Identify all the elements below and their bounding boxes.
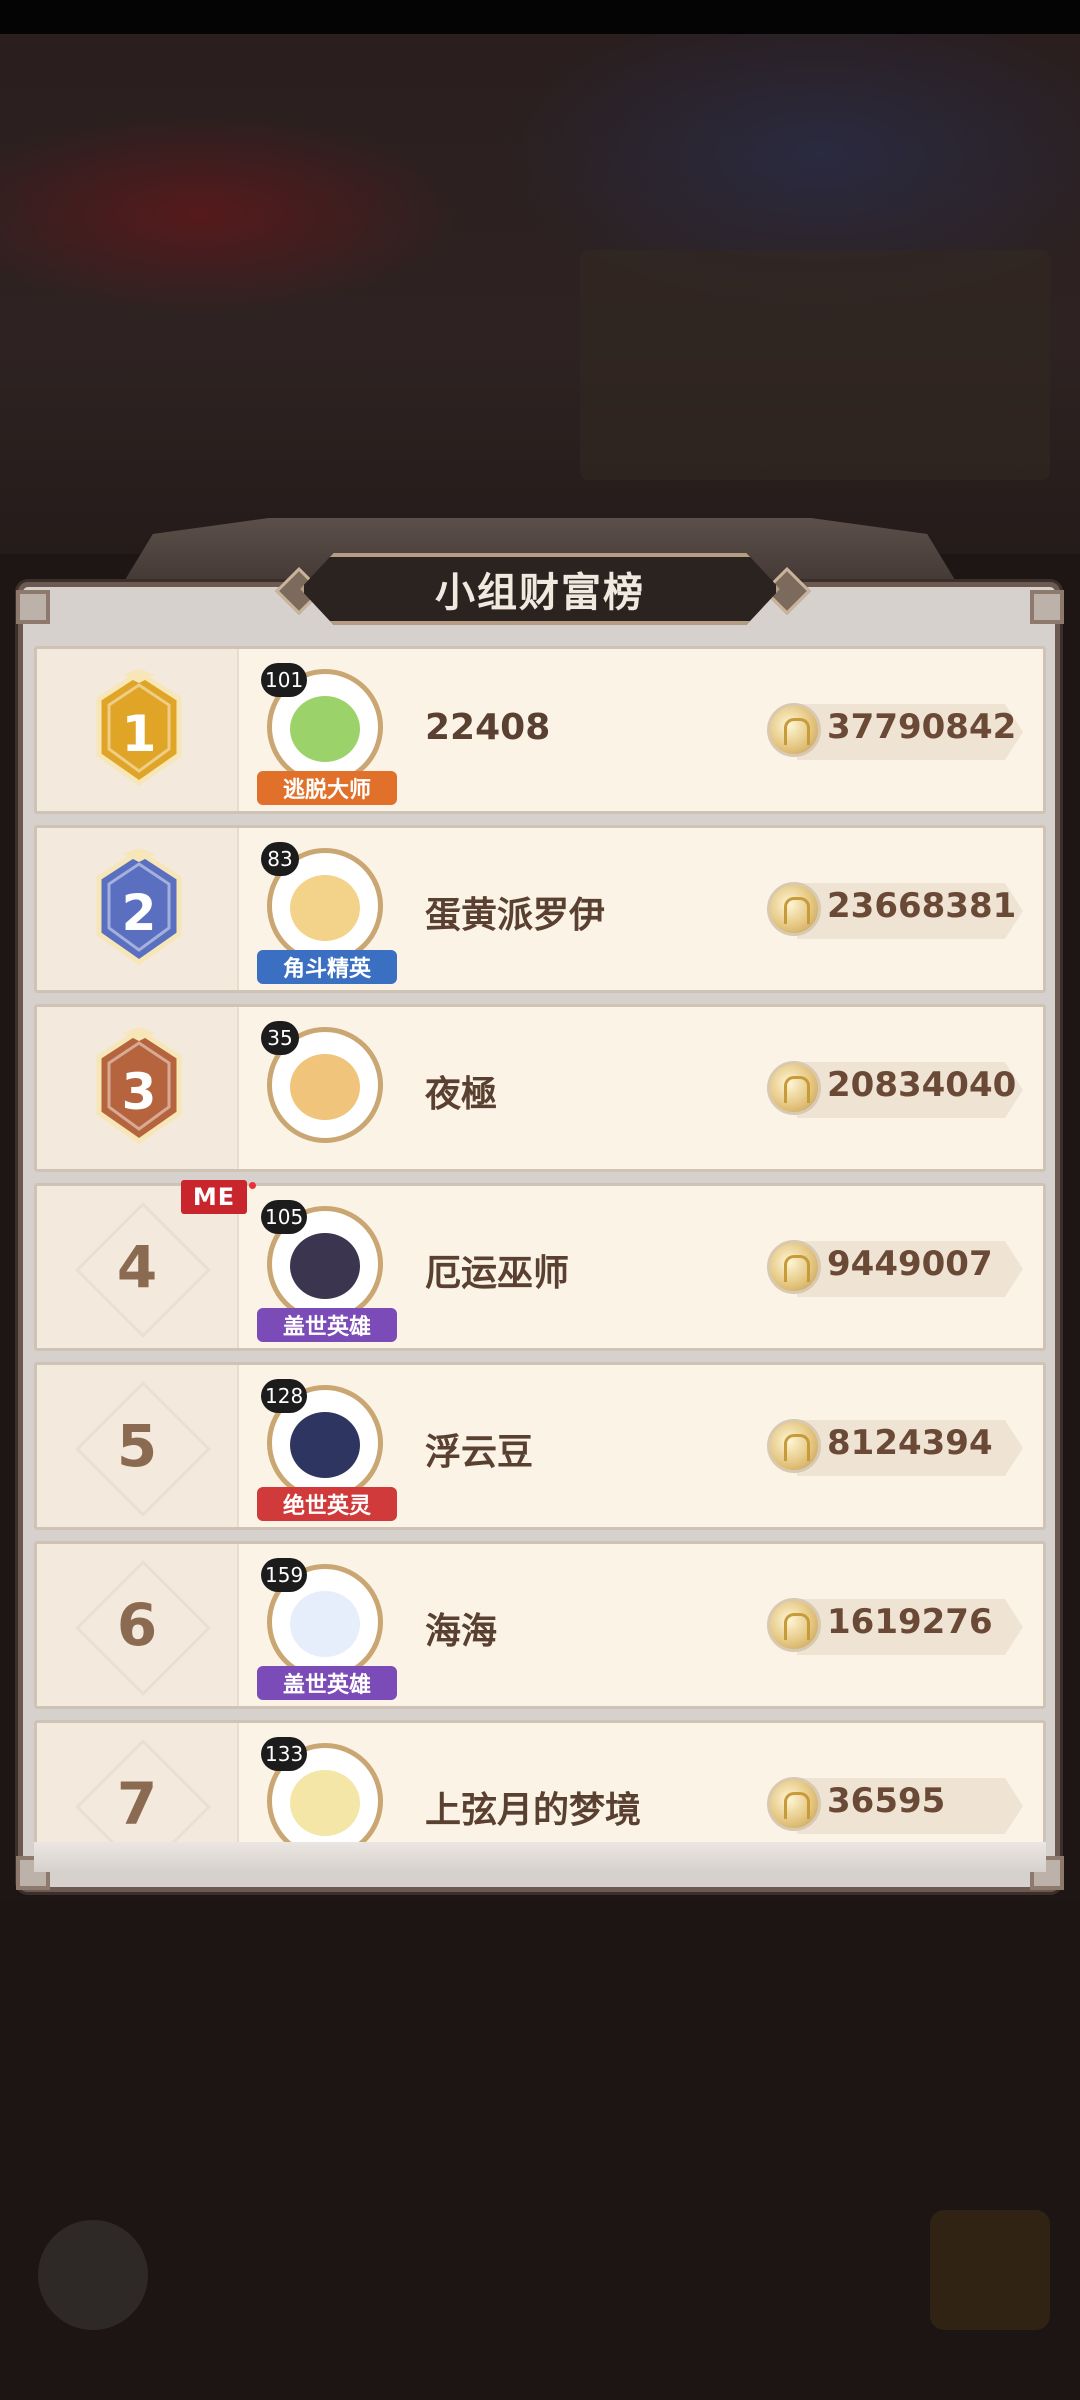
wealth-value: 36595 [827, 1781, 946, 1821]
title-ribbon: 逃脱大师 [257, 771, 397, 805]
player-name: 浮云豆 [425, 1432, 534, 1473]
wealth-value: 1619276 [827, 1602, 993, 1642]
title-ribbon: 盖世英雄 [257, 1666, 397, 1700]
leaderboard-row[interactable]: 4 105 盖世英雄 厄运巫师 9449007 ME [34, 1180, 1046, 1351]
coin-icon [767, 1598, 821, 1652]
rank-cell: 1 [37, 649, 239, 811]
player-name: 蛋黄派罗伊 [425, 895, 606, 936]
rank-cell: 3 [37, 1007, 239, 1169]
coin-icon [767, 1777, 821, 1831]
rank-number: 2 [121, 884, 157, 942]
rank-number: 7 [116, 1770, 158, 1838]
rank-cell: 7 [37, 1723, 239, 1842]
player-avatar[interactable]: 101 逃脱大师 [257, 663, 397, 805]
coin-icon [767, 1419, 821, 1473]
title-ribbon: 角斗精英 [257, 950, 397, 984]
leaderboard-row[interactable]: 3 35 夜極 20834040 [34, 1004, 1046, 1172]
background-button [38, 2220, 148, 2330]
leaderboard-row[interactable]: 7 133 上弦月的梦境 36595 [34, 1720, 1046, 1842]
player-name: 厄运巫师 [425, 1253, 570, 1294]
rank-number: 5 [116, 1412, 158, 1480]
rank-number: 1 [121, 705, 157, 763]
level-badge: 159 [261, 1558, 308, 1592]
leaderboard-row[interactable]: 2 83 角斗精英 蛋黄派罗伊 23668381 [34, 825, 1046, 993]
corner-ornament [16, 590, 50, 624]
player-name: 上弦月的梦境 [425, 1790, 642, 1831]
leaderboard-list[interactable]: 1 101 逃脱大师 22408 37790842 2 83 角斗精英 蛋黄派罗… [34, 646, 1046, 1842]
wealth-value: 37790842 [827, 707, 1017, 747]
wealth-value: 23668381 [827, 886, 1017, 926]
wealth-value: 8124394 [827, 1423, 993, 1463]
corner-ornament [1030, 590, 1064, 624]
player-name: 海海 [425, 1611, 498, 1652]
wealth-value: 20834040 [827, 1065, 1017, 1105]
leaderboard-row[interactable]: 5 128 绝世英灵 浮云豆 8124394 [34, 1362, 1046, 1530]
level-badge: 105 [261, 1200, 308, 1234]
player-avatar[interactable]: 105 盖世英雄 [257, 1200, 397, 1342]
avatar-portrait [290, 1233, 360, 1299]
avatar-portrait [290, 875, 360, 941]
leaderboard-row[interactable]: 6 159 盖世英雄 海海 1619276 [34, 1541, 1046, 1709]
level-badge: 128 [261, 1379, 308, 1413]
player-avatar[interactable]: 159 盖世英雄 [257, 1558, 397, 1700]
status-bar [0, 0, 1080, 34]
player-avatar[interactable]: 35 [257, 1021, 397, 1161]
coin-icon [767, 703, 821, 757]
panel-bottom-edge [34, 1842, 1046, 1872]
player-name: 夜極 [425, 1074, 498, 1115]
level-badge: 133 [261, 1737, 308, 1771]
level-badge: 35 [261, 1021, 299, 1055]
wealth-value: 9449007 [827, 1244, 993, 1284]
player-name: 22408 [425, 707, 551, 748]
level-badge: 101 [261, 663, 308, 697]
title-plate: 小组财富榜 [300, 553, 780, 625]
player-avatar[interactable]: 133 [257, 1737, 397, 1842]
rank-cell: 2 [37, 828, 239, 990]
background-bottom [0, 1900, 1080, 2400]
panel-title: 小组财富榜 [435, 570, 645, 616]
title-ribbon: 盖世英雄 [257, 1308, 397, 1342]
player-avatar[interactable]: 128 绝世英灵 [257, 1379, 397, 1521]
rank-number: 6 [116, 1591, 158, 1659]
title-ribbon: 绝世英灵 [257, 1487, 397, 1521]
level-badge: 83 [261, 842, 299, 876]
me-indicator-dot [249, 1182, 256, 1189]
coin-icon [767, 1240, 821, 1294]
me-badge: ME [181, 1180, 247, 1214]
player-avatar[interactable]: 83 角斗精英 [257, 842, 397, 984]
avatar-portrait [290, 1054, 360, 1120]
rank-cell: 5 [37, 1365, 239, 1527]
background-panel [580, 250, 1050, 480]
rank-number: 3 [121, 1063, 157, 1121]
leaderboard-row[interactable]: 1 101 逃脱大师 22408 37790842 [34, 646, 1046, 814]
avatar-portrait [290, 696, 360, 762]
avatar-portrait [290, 1591, 360, 1657]
coin-icon [767, 1061, 821, 1115]
coin-icon [767, 882, 821, 936]
background-chest [930, 2210, 1050, 2330]
avatar-portrait [290, 1412, 360, 1478]
rank-cell: 6 [37, 1544, 239, 1706]
avatar-portrait [290, 1770, 360, 1836]
